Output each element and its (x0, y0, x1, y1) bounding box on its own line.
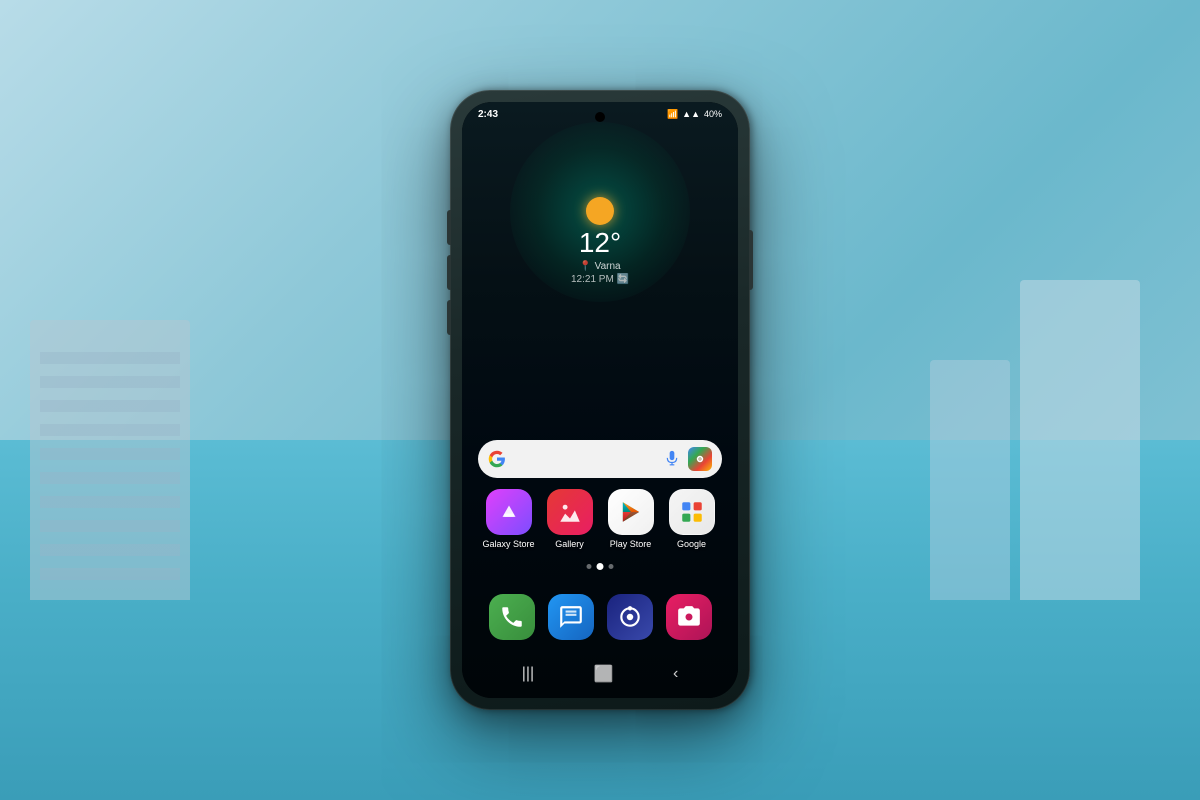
phone-wrapper: 2:43 📶 ▲▲ 40% 12° 📍 Varna 12:21 PM 🔄 (450, 90, 750, 710)
app-google[interactable]: Google (664, 489, 720, 550)
dock-messages[interactable] (548, 594, 594, 640)
volume-up-button (447, 210, 451, 245)
phone-screen: 2:43 📶 ▲▲ 40% 12° 📍 Varna 12:21 PM 🔄 (462, 102, 738, 698)
gallery-label: Gallery (555, 539, 584, 550)
recent-apps-button[interactable]: ||| (514, 661, 542, 687)
temperature: 12° (571, 229, 629, 257)
weather-time: 12:21 PM 🔄 (571, 274, 629, 285)
bixby-button (447, 300, 451, 335)
building-left (30, 320, 190, 600)
google-app-icon (669, 489, 715, 535)
dock-phone[interactable] (489, 594, 535, 640)
camera-hole (595, 112, 605, 122)
building-right (1020, 280, 1140, 600)
dock-messages-icon (548, 594, 594, 640)
dock-samsung[interactable] (607, 594, 653, 640)
dock-camera-icon (666, 594, 712, 640)
back-button[interactable]: ‹ (665, 661, 686, 687)
screen-content: 2:43 📶 ▲▲ 40% 12° 📍 Varna 12:21 PM 🔄 (462, 102, 738, 698)
gallery-icon (547, 489, 593, 535)
app-play-store[interactable]: Play Store (603, 489, 659, 550)
app-galaxy-store[interactable]: Galaxy Store (481, 489, 537, 550)
play-store-icon (608, 489, 654, 535)
sun-icon (586, 197, 614, 225)
dot-3 (609, 564, 614, 569)
dock-camera[interactable] (666, 594, 712, 640)
page-dots (587, 563, 614, 570)
battery-text: 40% (704, 109, 722, 119)
google-label: Google (677, 539, 706, 550)
google-g-icon (488, 450, 506, 468)
status-icons: 📶 ▲▲ 40% (667, 109, 722, 120)
building-right2 (930, 360, 1010, 600)
dot-1 (587, 564, 592, 569)
app-row-1: Galaxy Store Gallery (478, 489, 722, 550)
dock-phone-icon (489, 594, 535, 640)
google-search-bar[interactable] (478, 440, 722, 478)
galaxy-store-icon (486, 489, 532, 535)
galaxy-store-label: Galaxy Store (482, 539, 534, 550)
app-grid: Galaxy Store Gallery (462, 489, 738, 558)
mic-icon[interactable] (664, 451, 680, 467)
weather-widget: 12° 📍 Varna 12:21 PM 🔄 (571, 197, 629, 285)
volume-down-button (447, 255, 451, 290)
app-gallery[interactable]: Gallery (542, 489, 598, 550)
wifi-icon: 📶 (667, 109, 678, 120)
dock-samsung-icon (607, 594, 653, 640)
phone-body: 2:43 📶 ▲▲ 40% 12° 📍 Varna 12:21 PM 🔄 (450, 90, 750, 710)
weather-location: 📍 Varna (571, 261, 629, 272)
play-store-label: Play Store (610, 539, 652, 550)
google-lens-icon[interactable] (688, 447, 712, 471)
home-button[interactable]: ⬜ (586, 660, 622, 688)
power-button (749, 230, 753, 290)
dot-2-active (597, 563, 604, 570)
dock (462, 594, 738, 640)
status-time: 2:43 (478, 109, 498, 120)
signal-icon: ▲▲ (682, 109, 700, 119)
nav-bar: ||| ⬜ ‹ (462, 660, 738, 688)
